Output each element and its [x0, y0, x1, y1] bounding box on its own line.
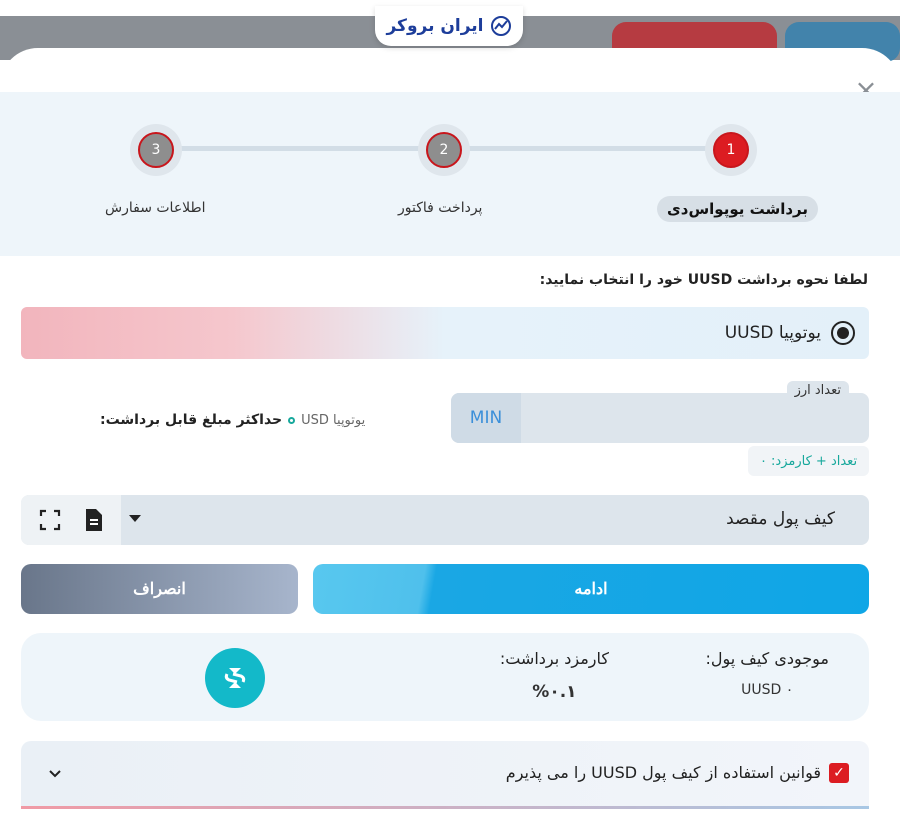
max-withdraw-row: حداکثر مبلغ قابل برداشت: یوتوپیا USD [100, 412, 365, 428]
step-1: 1 [705, 124, 757, 176]
withdraw-fee-title: کارمزد برداشت: [499, 649, 609, 668]
broker-logo-icon [490, 16, 511, 36]
wallet-balance-title: موجودی کیف پول: [705, 649, 829, 668]
step-3: 3 [130, 124, 182, 176]
step-2-number: 2 [426, 132, 462, 168]
withdraw-method-prompt: لطفا نحوه برداشت UUSD خود را انتخاب نمای… [539, 272, 868, 288]
brand-logo-text: ایران بروکر [386, 16, 484, 36]
radio-selected-icon[interactable] [831, 321, 855, 345]
max-withdraw-value: یوتوپیا USD [301, 412, 366, 428]
wallet-tools [21, 495, 121, 545]
amount-input[interactable] [521, 393, 869, 443]
step-connector [468, 146, 708, 151]
step-1-number: 1 [713, 132, 749, 168]
terms-checkbox[interactable]: ✓ [829, 763, 849, 783]
terms-accordion[interactable]: ✓ قوانین استفاده از کیف پول UUSD را می پ… [21, 741, 869, 809]
destination-wallet-placeholder: کیف پول مقصد [726, 509, 835, 529]
min-button[interactable]: MIN [451, 393, 521, 443]
step-3-number: 3 [138, 132, 174, 168]
wallet-info-card: موجودی کیف پول: UUSD ۰ کارمزد برداشت: %۰… [21, 633, 869, 721]
fullscreen-icon[interactable] [38, 508, 62, 532]
utopia-usd-coin-icon [205, 648, 265, 708]
withdraw-fee: کارمزد برداشت: %۰.۱ [500, 649, 609, 702]
chevron-down-icon[interactable] [49, 767, 61, 779]
stepper: 1 برداشت یوپواس‌دی 2 پرداخت فاکتور 3 اطل… [0, 92, 900, 256]
terms-label: قوانین استفاده از کیف پول UUSD را می پذی… [505, 763, 821, 782]
withdraw-modal: × 1 برداشت یوپواس‌دی 2 پرداخت فاکتور 3 ا… [0, 48, 900, 835]
status-dot-icon [288, 416, 296, 424]
wallet-balance-value: UUSD ۰ [741, 682, 794, 698]
amount-plus-fee: تعداد + کارمزد: ۰ [748, 446, 869, 476]
cancel-button[interactable]: انصراف [21, 564, 298, 614]
withdraw-fee-value: %۰.۱ [532, 682, 577, 702]
method-option-label: یوتوپیا UUSD [724, 323, 821, 343]
amount-field: MIN تعداد ارز [451, 381, 869, 443]
destination-wallet-select[interactable]: کیف پول مقصد [21, 495, 869, 545]
method-option-utopia[interactable]: یوتوپیا UUSD [21, 307, 869, 359]
document-icon[interactable] [83, 508, 105, 532]
chevron-down-icon[interactable] [129, 515, 141, 522]
max-withdraw-label: حداکثر مبلغ قابل برداشت: [100, 412, 283, 428]
wallet-balance: موجودی کیف پول: UUSD ۰ [705, 649, 829, 698]
step-2-label: پرداخت فاکتور [398, 200, 483, 216]
amount-label: تعداد ارز [786, 381, 849, 400]
step-1-label: برداشت یوپواس‌دی [657, 196, 819, 222]
step-2: 2 [418, 124, 470, 176]
continue-button[interactable]: ادامه [313, 564, 869, 614]
step-3-label: اطلاعات سفارش [105, 200, 206, 216]
brand-logo: ایران بروکر [375, 6, 523, 46]
step-connector [180, 146, 420, 151]
